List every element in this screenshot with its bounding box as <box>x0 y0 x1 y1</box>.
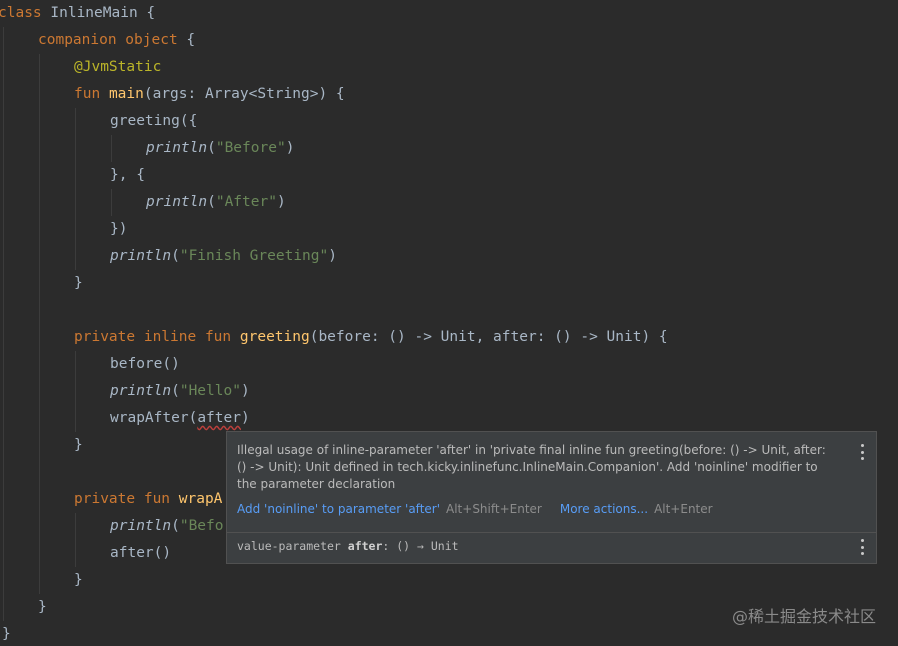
code-text: { <box>177 32 196 48</box>
paren: ( <box>171 383 180 399</box>
code-line-17[interactable]: } <box>74 432 83 459</box>
code-line-10[interactable]: println("Finish Greeting") <box>110 243 337 270</box>
code-line-16[interactable]: wrapAfter(after) <box>110 405 250 432</box>
decl-name: after <box>347 539 383 553</box>
function-call: println <box>110 383 172 399</box>
code-line-23[interactable]: } <box>38 594 47 621</box>
function-name: main <box>108 86 144 102</box>
string-literal: "Befo <box>179 518 224 534</box>
kebab-menu-icon[interactable] <box>858 444 866 460</box>
paren: ( <box>171 518 180 534</box>
paren: ) <box>276 194 286 210</box>
code-line-15[interactable]: println("Hello") <box>110 378 250 405</box>
paren: ( <box>171 248 180 264</box>
code-line-3[interactable]: @JvmStatic <box>74 54 161 81</box>
string-literal: "Before" <box>215 140 286 156</box>
fix-shortcut-hint: Alt+Shift+Enter <box>446 502 542 516</box>
indent-guide <box>111 135 112 162</box>
function-call: println <box>146 140 208 156</box>
error-highlight[interactable]: after <box>197 410 241 426</box>
code-line-13[interactable]: private inline fun greeting(before: () -… <box>74 324 668 351</box>
error-message: Illegal usage of inline-parameter 'after… <box>237 443 826 491</box>
more-actions-shortcut-hint: Alt+Enter <box>654 502 713 516</box>
code-line-6[interactable]: println("Before") <box>146 135 294 162</box>
keyword-token: companion object <box>38 32 178 48</box>
code-text: } <box>74 437 83 453</box>
inspection-popup: Illegal usage of inline-parameter 'after… <box>226 431 877 564</box>
function-name: greeting <box>239 329 310 345</box>
code-text: ) <box>240 410 250 426</box>
code-editor[interactable]: class InlineMain { companion object { @J… <box>0 0 898 646</box>
annotation-token: @JvmStatic <box>74 59 162 75</box>
decl-type: : () → Unit <box>382 539 459 553</box>
paren: ) <box>240 383 250 399</box>
keyword-token: private inline fun <box>74 329 232 345</box>
watermark: @稀土掘金技术社区 <box>731 607 876 626</box>
string-literal: "After" <box>215 194 277 210</box>
code-text: } <box>2 626 11 642</box>
code-line-24[interactable]: } <box>2 621 11 646</box>
code-text: }, { <box>110 167 145 183</box>
code-line-1[interactable]: class InlineMain { <box>0 0 155 27</box>
code-text: }) <box>110 221 128 237</box>
class-name: InlineMain { <box>41 5 156 21</box>
paren: ) <box>285 140 295 156</box>
code-line-11[interactable]: } <box>74 270 83 297</box>
code-line-21[interactable]: after() <box>110 540 171 567</box>
add-noinline-action[interactable]: Add 'noinline' to parameter 'after' <box>237 502 440 516</box>
keyword-token: class <box>0 5 42 21</box>
code-text: greeting({ <box>110 113 198 129</box>
code-text: } <box>38 599 47 615</box>
code-text: before() <box>110 356 180 372</box>
code-text: (args: Array<String>) { <box>143 86 345 102</box>
code-text: } <box>74 275 83 291</box>
quick-fix-actions: Add 'noinline' to parameter 'after' Alt+S… <box>237 501 731 518</box>
decl-kind: value-parameter <box>237 539 348 553</box>
keyword-token: private fun <box>74 491 171 507</box>
paren: ) <box>328 248 337 264</box>
code-line-22[interactable]: } <box>74 567 83 594</box>
code-text: } <box>74 572 83 588</box>
indent-guide <box>39 54 40 594</box>
code-line-19[interactable]: private fun wrapA <box>74 486 222 513</box>
keyword-token: fun <box>74 86 101 102</box>
code-line-4[interactable]: fun main(args: Array<String>) { <box>74 81 345 108</box>
kebab-menu-icon[interactable] <box>858 539 866 555</box>
code-line-2[interactable]: companion object { <box>38 27 195 54</box>
paren: ( <box>207 194 216 210</box>
string-literal: "Hello" <box>179 383 241 399</box>
function-call: println <box>110 248 172 264</box>
function-call: println <box>110 518 172 534</box>
code-text: wrapAfter( <box>110 410 198 426</box>
function-call: println <box>146 194 208 210</box>
string-literal: "Finish Greeting" <box>179 248 329 264</box>
code-line-9[interactable]: }) <box>110 216 127 243</box>
indent-guide <box>75 513 76 567</box>
popup-divider <box>227 532 876 533</box>
indent-guide <box>75 351 76 432</box>
code-line-7[interactable]: }, { <box>110 162 145 189</box>
indent-guide <box>3 27 4 621</box>
more-actions-link[interactable]: More actions... <box>560 502 648 516</box>
code-line-14[interactable]: before() <box>110 351 180 378</box>
code-line-8[interactable]: println("After") <box>146 189 286 216</box>
code-text: after() <box>110 545 172 561</box>
code-text: (before: () -> Unit, after: () -> Unit) … <box>309 329 668 345</box>
paren: ( <box>207 140 216 156</box>
indent-guide <box>111 189 112 216</box>
indent-guide <box>75 108 76 270</box>
function-name: wrapA <box>178 491 223 507</box>
declaration-info: value-parameter after: () → Unit <box>237 538 459 555</box>
code-line-5[interactable]: greeting({ <box>110 108 197 135</box>
code-line-20[interactable]: println("Befo <box>110 513 224 540</box>
